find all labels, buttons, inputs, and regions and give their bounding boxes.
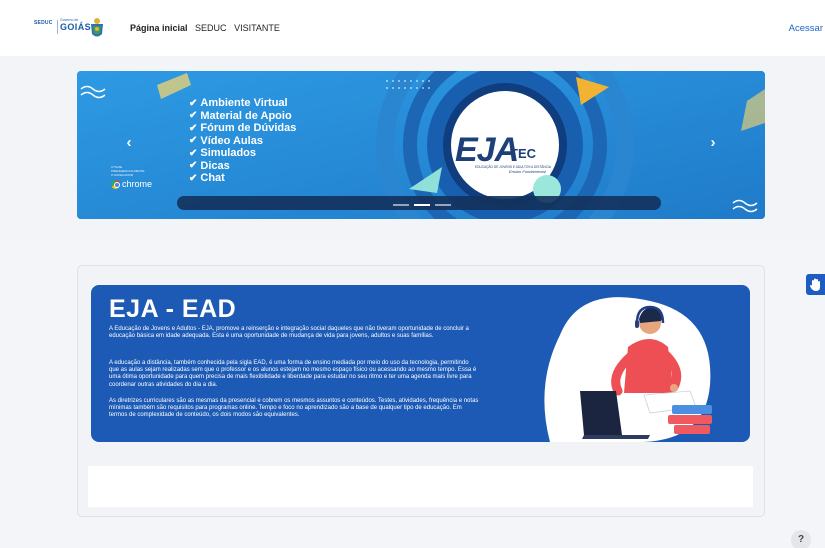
carousel-indicators [393, 204, 451, 206]
feature-label: Dicas [200, 159, 230, 172]
chrome-label: chrome [122, 179, 153, 190]
feature-list: ✔ Ambiente Virtual ✔ Material de Apoio ✔ Fó… [189, 97, 296, 185]
check-icon: ✔ [189, 122, 198, 134]
nav-seduc[interactable]: SEDUC [195, 23, 227, 33]
nav-home[interactable]: Página inicial [130, 23, 188, 33]
top-navbar: SEDUC Governo de GOIÁS Página inicial SE… [0, 0, 825, 56]
feature-label: Chat [200, 172, 225, 185]
chevron-right-icon: › [710, 134, 716, 151]
hero-carousel: ‹ › ✔ Ambiente Virtual ✔ Material de Apoio… [77, 71, 765, 219]
check-icon: ✔ [189, 172, 198, 184]
feature-item: ✔ Chat [189, 172, 296, 185]
hand-sign-icon [810, 278, 820, 291]
carousel-prev-button[interactable]: ‹ [121, 135, 137, 151]
carousel-indicator[interactable] [393, 204, 409, 206]
banner-paragraph: A Educação de Jovens e Adultos - EJA, pr… [109, 326, 469, 340]
check-icon: ✔ [189, 97, 198, 109]
feature-label: Material de Apoio [200, 109, 292, 122]
main-nav: Página inicial SEDUC VISITANTE [130, 23, 285, 33]
logo-goias-text: GOIÁS [60, 22, 92, 32]
seduc-logo-text: SEDUC [34, 20, 53, 26]
feature-label: Simulados [200, 147, 257, 160]
banner-title: EJA - EAD [109, 295, 237, 323]
feature-label: Ambiente Virtual [200, 97, 288, 110]
eja-ead-banner: EJA - EAD A Educação de Jovens e Adultos… [91, 285, 750, 442]
banner-paragraph: A educação a distância, também conhecida… [109, 360, 477, 388]
feature-item: ✔ Material de Apoio [189, 110, 296, 123]
chevron-left-icon: ‹ [126, 134, 132, 151]
ejatec-logo-tagline: Ensino Fundamental [509, 169, 546, 174]
carousel-next-button[interactable]: › [705, 135, 721, 151]
student-illustration [544, 297, 712, 442]
feature-label: Fórum de Dúvidas [200, 122, 297, 135]
check-icon: ✔ [189, 147, 198, 159]
goias-crest-icon [91, 18, 103, 37]
feature-item: ✔ Ambiente Virtual [189, 97, 296, 110]
feature-item: ✔ Dicas [189, 160, 296, 173]
feature-label: Vídeo Aulas [200, 134, 263, 147]
slide-background [77, 71, 765, 219]
logo-divider [57, 20, 58, 34]
feature-item: ✔ Simulados [189, 147, 296, 160]
ejatec-logo-suffix: TEC [510, 146, 536, 161]
content-placeholder-panel [88, 466, 753, 507]
carousel-indicator-active[interactable] [414, 204, 430, 206]
banner-paragraph: As diretrizes curriculares são as mesmas… [109, 398, 479, 419]
feature-item: ✔ Fórum de Dúvidas [189, 122, 296, 135]
help-button[interactable]: ? [791, 530, 811, 548]
check-icon: ✔ [189, 110, 198, 122]
chrome-hint-text: UTILIZE PREFERENCIALMENTE O NAVEGADOR [111, 165, 145, 177]
carousel-indicator[interactable] [435, 204, 451, 206]
nav-visitante[interactable]: VISITANTE [234, 23, 280, 33]
check-icon: ✔ [189, 135, 198, 147]
feature-item: ✔ Vídeo Aulas [189, 135, 296, 148]
accessibility-button[interactable] [806, 274, 825, 295]
check-icon: ✔ [189, 160, 198, 172]
login-link[interactable]: Acessar [789, 23, 823, 34]
seduc-goias-logo[interactable]: SEDUC Governo de GOIÁS [34, 16, 104, 42]
chrome-recommendation: UTILIZE PREFERENCIALMENTE O NAVEGADOR ch… [111, 165, 152, 189]
chrome-logo: chrome [111, 179, 152, 189]
chrome-icon [111, 179, 120, 189]
